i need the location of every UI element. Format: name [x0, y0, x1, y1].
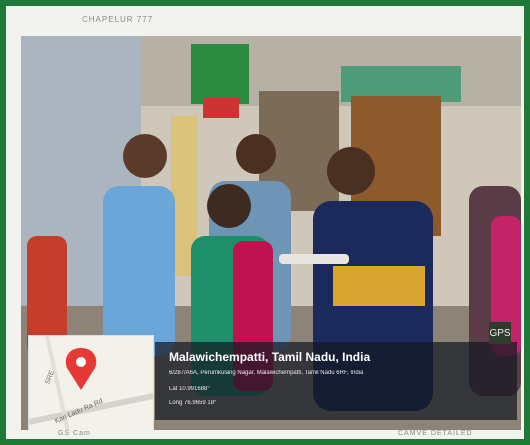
photo-frame: CHAPELUR 777 Kari Ladu Ra Rd SRE Malawic…: [6, 6, 524, 439]
footer-left-text: GS Cam: [58, 430, 91, 437]
top-caption: CHAPELUR 777: [6, 6, 524, 36]
latitude-line: Lat 10.991688°: [169, 386, 210, 392]
gps-badge: GPS: [489, 322, 511, 344]
footer-right-text: CAMVE DETAILED: [398, 430, 473, 437]
place-title: Malawichempatti, Tamil Nadu, India: [169, 350, 371, 364]
green-hanging-decor: [191, 44, 249, 104]
plate: [279, 254, 349, 264]
longitude-line: Long 76.9659 18°: [169, 400, 217, 406]
geotag-photo: Kari Ladu Ra Rd SRE Malawichempatti, Tam…: [21, 36, 521, 430]
header-left-text: CHAPELUR 777: [82, 15, 154, 24]
location-overlay: Malawichempatti, Tamil Nadu, India 6/287…: [155, 342, 517, 420]
bottom-caption: GS Cam CAMVE DETAILED: [6, 430, 524, 442]
address-line: 6/287/A6A, Perumkulang Nagar, Malawichem…: [169, 370, 364, 376]
map-pin-icon: [65, 348, 97, 390]
map-thumbnail[interactable]: Kari Ladu Ra Rd SRE: [28, 335, 154, 430]
red-hanging-decor: [203, 98, 239, 118]
